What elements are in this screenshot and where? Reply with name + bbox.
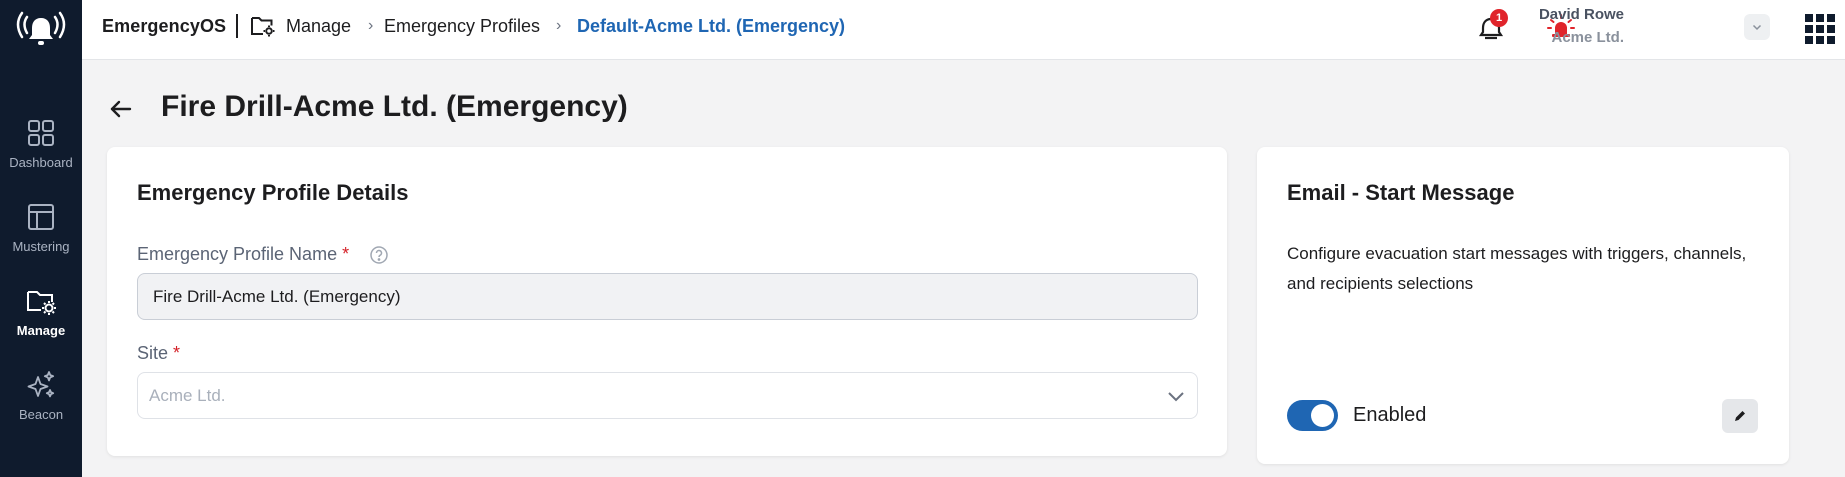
dashboard-grid-icon [24, 116, 58, 150]
emergency-profile-details-card: Emergency Profile Details Emergency Prof… [107, 147, 1227, 456]
chevron-down-icon [1165, 385, 1187, 407]
sidebar-item-label: Dashboard [9, 155, 73, 170]
top-bar: EmergencyOS Manage › Emergency Profiles … [82, 0, 1845, 60]
sidebar-item-mustering[interactable]: Mustering [0, 192, 82, 272]
profile-name-input[interactable]: Fire Drill-Acme Ltd. (Emergency) [137, 273, 1198, 320]
user-name: David Rowe [1538, 6, 1624, 23]
sidebar: Dashboard Mustering Manage Beacon [0, 0, 82, 477]
broadcast-bell-logo-icon[interactable] [0, 0, 82, 60]
toggle-label: Enabled [1353, 404, 1427, 426]
user-menu-dropdown[interactable] [1744, 14, 1770, 40]
site-label-text: Site [137, 343, 169, 363]
required-marker: * [342, 244, 350, 264]
toggle-knob [1311, 404, 1334, 427]
page-title: Fire Drill-Acme Ltd. (Emergency) [161, 90, 628, 123]
chevron-down-icon [1752, 24, 1762, 31]
breadcrumb-current[interactable]: Default-Acme Ltd. (Emergency) [577, 16, 845, 37]
folder-gear-icon [24, 284, 58, 318]
sidebar-item-dashboard[interactable]: Dashboard [0, 108, 82, 188]
brand-divider [236, 14, 238, 38]
sidebar-item-label: Manage [16, 323, 66, 338]
breadcrumb-manage[interactable]: Manage [286, 16, 351, 37]
card-title: Email - Start Message [1287, 180, 1515, 205]
chevron-right-icon: › [368, 17, 374, 34]
layout-panel-icon [24, 200, 58, 234]
back-arrow-icon[interactable] [108, 96, 134, 122]
sparkles-icon [24, 368, 58, 402]
sidebar-item-manage[interactable]: Manage [0, 276, 82, 356]
sidebar-item-label: Beacon [18, 407, 64, 422]
pencil-icon [1735, 411, 1745, 421]
required-marker: * [173, 343, 181, 363]
site-select-placeholder: Acme Ltd. [149, 385, 226, 405]
app-brand[interactable]: EmergencyOS [102, 16, 226, 37]
sidebar-item-beacon[interactable]: Beacon [0, 360, 82, 440]
notification-count-badge: 1 [1490, 9, 1508, 27]
email-start-message-card: Email - Start Message Configure evacuati… [1257, 147, 1789, 464]
site-select[interactable]: Acme Ltd. [137, 372, 1198, 419]
chevron-right-icon: › [556, 17, 562, 34]
edit-button[interactable] [1722, 399, 1758, 433]
breadcrumb-emergency-profiles[interactable]: Emergency Profiles [384, 16, 540, 37]
folder-gear-icon [250, 14, 276, 38]
sidebar-item-label: Mustering [12, 239, 70, 254]
help-circle-icon[interactable] [369, 245, 389, 265]
user-organization: Acme Ltd. [1551, 29, 1624, 46]
profile-name-label-text: Emergency Profile Name [137, 244, 338, 264]
app-switcher-grid-icon[interactable] [1805, 14, 1835, 44]
profile-name-label: Emergency Profile Name * [137, 244, 349, 265]
card-description: Configure evacuation start messages with… [1287, 244, 1747, 293]
card-title: Emergency Profile Details [137, 180, 409, 205]
enabled-toggle[interactable] [1287, 400, 1338, 431]
site-label: Site * [137, 343, 180, 364]
